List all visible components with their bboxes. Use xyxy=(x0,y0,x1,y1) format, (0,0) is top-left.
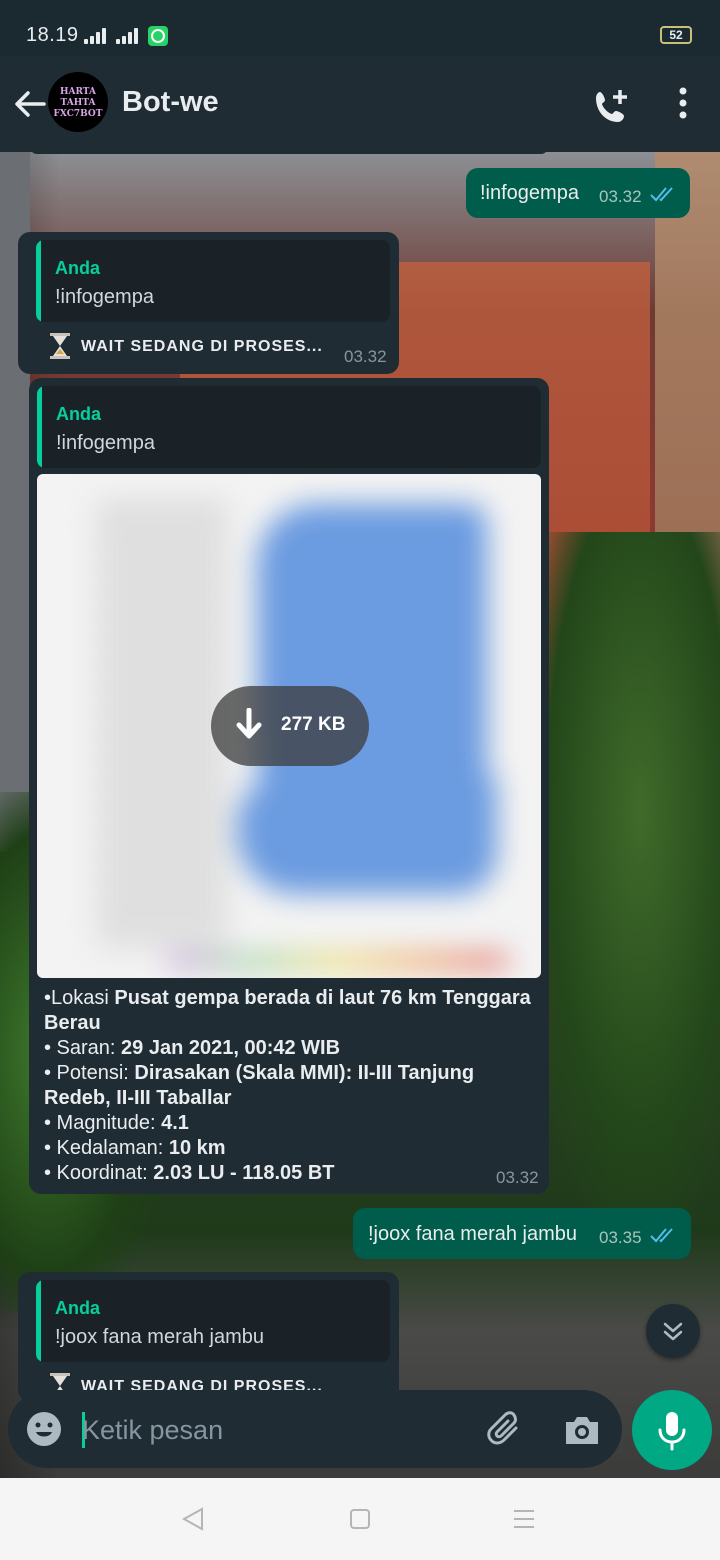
nav-home-icon[interactable] xyxy=(349,1508,371,1535)
wallpaper-decoration xyxy=(520,532,720,1232)
quote-author: Anda xyxy=(55,258,100,278)
caption-label: •Lokasi xyxy=(44,987,115,1009)
quoted-message[interactable]: Anda !infogempa xyxy=(36,240,390,322)
avatar-text-line: HARTA xyxy=(60,87,96,97)
quote-author: Anda xyxy=(55,1298,100,1318)
message-bubble-image[interactable]: Anda !infogempa 277 KB •Lokasi Pusat gem… xyxy=(29,378,549,1194)
caption-value: 10 km xyxy=(168,1137,226,1159)
camera-icon[interactable] xyxy=(562,1410,602,1450)
microphone-icon xyxy=(658,1412,686,1451)
avatar[interactable]: HARTA TAHTA FXC7BOT xyxy=(48,72,108,132)
avatar-text-line: FXC7BOT xyxy=(53,109,103,119)
caption-label: • Kedalaman: xyxy=(44,1137,169,1159)
caption-line: • Potensi: Dirasakan (Skala MMI): II-III… xyxy=(44,1061,539,1111)
quote-bar xyxy=(36,1280,41,1362)
file-size: 277 KB xyxy=(281,714,346,735)
signal-icon-2 xyxy=(116,28,140,44)
read-ticks-icon xyxy=(650,187,673,202)
caption-line: • Saran: 29 Jan 2021, 00:42 WIB xyxy=(44,1036,539,1061)
avatar-text-line: TAHTA xyxy=(60,98,96,108)
whatsapp-notification-icon xyxy=(148,26,168,46)
caption-label: • Koordinat: xyxy=(44,1162,154,1184)
status-bar: 18.19 52 xyxy=(0,0,720,56)
caption-label: • Magnitude: xyxy=(44,1112,162,1134)
caption-line: • Magnitude: 4.1 xyxy=(44,1111,539,1136)
quote-bar xyxy=(37,386,42,468)
hourglass-icon xyxy=(48,333,72,359)
status-time: 18.19 xyxy=(26,24,79,46)
message-bubble-outgoing[interactable]: !joox fana merah jambu 03.35 xyxy=(353,1208,691,1259)
chat-title[interactable]: Bot-we xyxy=(122,86,219,119)
message-bubble-outgoing[interactable]: !infogempa 03.32 xyxy=(466,168,690,218)
message-bubble-incoming[interactable]: Anda !infogempa WAIT SEDANG DI PROSES...… xyxy=(18,232,399,374)
back-arrow-icon[interactable] xyxy=(10,84,50,124)
chat-header: HARTA TAHTA FXC7BOT Bot-we xyxy=(0,56,720,152)
double-chevron-down-icon xyxy=(663,1322,683,1341)
caption-line: • Koordinat: 2.03 LU - 118.05 BT xyxy=(44,1161,539,1186)
message-bubble-partial[interactable] xyxy=(30,152,548,154)
message-text: !infogempa xyxy=(480,182,579,204)
emoji-icon[interactable] xyxy=(26,1411,62,1447)
system-nav-bar xyxy=(0,1478,720,1560)
more-options-icon[interactable] xyxy=(668,84,698,128)
scroll-down-button[interactable] xyxy=(646,1304,700,1358)
add-call-icon[interactable] xyxy=(590,84,634,128)
message-time: 03.35 xyxy=(599,1228,642,1247)
message-time: 03.32 xyxy=(344,347,387,366)
microphone-button[interactable] xyxy=(632,1390,712,1470)
quote-bar xyxy=(36,240,41,322)
message-input-bar xyxy=(8,1390,622,1468)
download-button[interactable]: 277 KB xyxy=(211,686,369,766)
nav-back-icon[interactable] xyxy=(180,1506,206,1537)
read-ticks-icon xyxy=(650,1228,673,1243)
nav-menu-icon[interactable] xyxy=(512,1508,536,1535)
message-time: 03.32 xyxy=(599,187,642,206)
message-input[interactable] xyxy=(80,1404,474,1456)
chat-area[interactable]: !infogempa 03.32 Anda !infogempa WAIT SE… xyxy=(0,152,720,1478)
message-text: WAIT SEDANG DI PROSES... xyxy=(81,338,323,355)
message-bubble-incoming[interactable]: Anda !joox fana merah jambu WAIT SEDANG … xyxy=(18,1272,399,1402)
quote-text: !joox fana merah jambu xyxy=(55,1326,265,1348)
quoted-message[interactable]: Anda !infogempa xyxy=(37,386,541,468)
download-arrow-icon xyxy=(236,708,262,739)
message-time: 03.32 xyxy=(496,1168,539,1187)
quote-author: Anda xyxy=(56,404,101,424)
image-preview[interactable]: 277 KB xyxy=(37,474,541,978)
attach-icon[interactable] xyxy=(486,1410,526,1450)
caption-label: • Saran: xyxy=(44,1037,122,1059)
message-text: !joox fana merah jambu xyxy=(368,1223,578,1245)
quoted-message[interactable]: Anda !joox fana merah jambu xyxy=(36,1280,390,1362)
caption-value: 4.1 xyxy=(161,1112,189,1134)
caption-value: 29 Jan 2021, 00:42 WIB xyxy=(121,1037,341,1059)
caption-value: Pusat gempa berada di laut 76 km Tenggar… xyxy=(44,987,531,1034)
signal-icon xyxy=(84,28,108,44)
caption-label: • Potensi: xyxy=(44,1062,135,1084)
battery-icon: 52 xyxy=(660,26,692,44)
caption-value: 2.03 LU - 118.05 BT xyxy=(153,1162,335,1184)
quote-text: !infogempa xyxy=(55,286,154,308)
quote-text: !infogempa xyxy=(56,432,155,454)
caption-line: •Lokasi Pusat gempa berada di laut 76 km… xyxy=(44,986,539,1036)
caption-line: • Kedalaman: 10 km xyxy=(44,1136,539,1161)
